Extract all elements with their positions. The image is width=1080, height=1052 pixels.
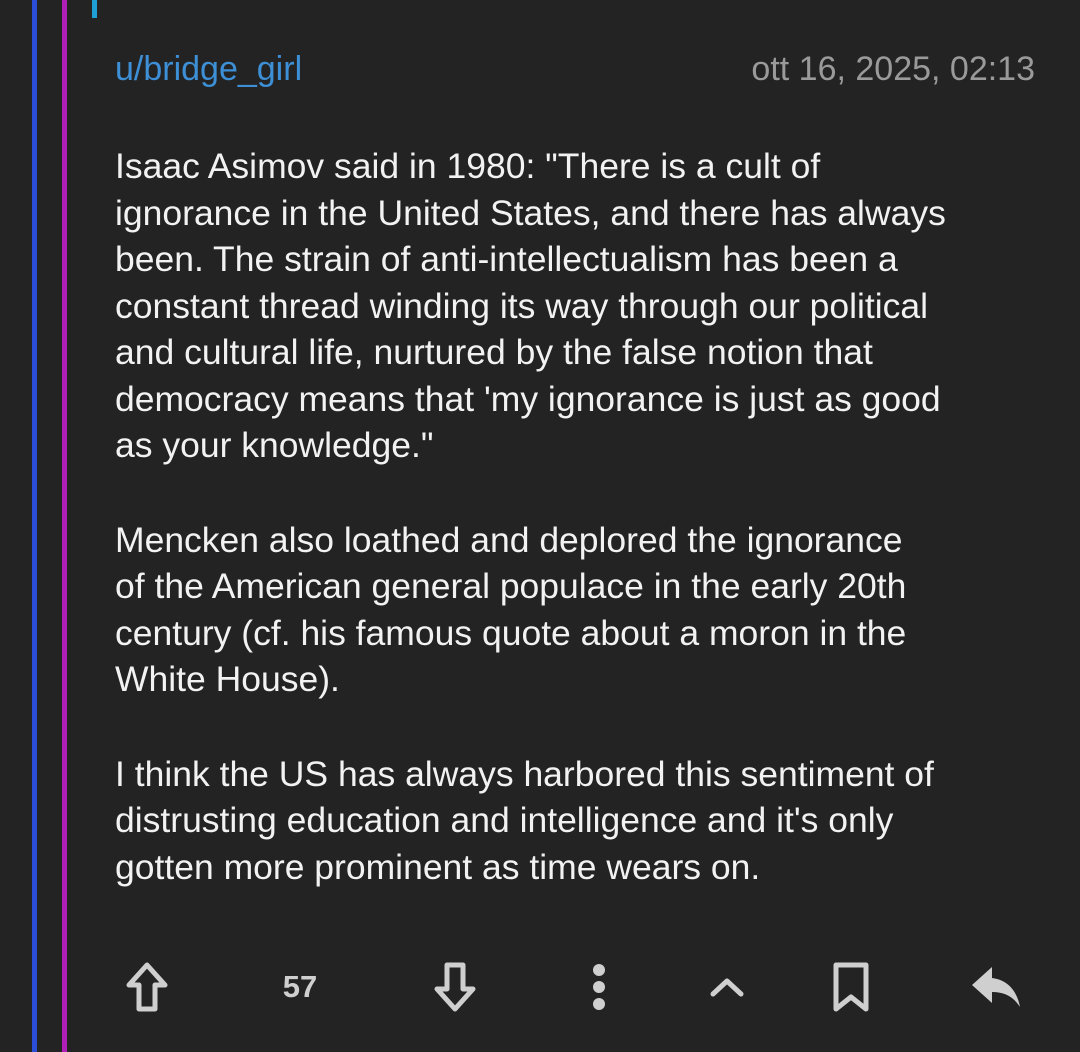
save-button[interactable] <box>829 955 873 1019</box>
chevron-up-icon <box>710 978 744 997</box>
thread-indent-line-3[interactable] <box>92 0 97 18</box>
thread-indent-line-2[interactable] <box>62 0 67 1052</box>
bookmark-icon <box>833 962 869 1012</box>
thread-indent-line-1[interactable] <box>32 0 37 1052</box>
comment-header: u/bridge_girl ott 16, 2025, 02:13 <box>115 50 1040 94</box>
comment-timestamp: ott 16, 2025, 02:13 <box>751 50 1035 88</box>
comment-paragraph-2: Mencken also loathed and deplored the ig… <box>115 519 907 700</box>
more-vertical-icon <box>593 964 605 1010</box>
comment-paragraph-3: I think the US has always harbored this … <box>115 753 934 887</box>
comment-body: Isaac Asimov said in 1980: "There is a c… <box>115 143 1040 938</box>
downvote-icon <box>434 962 476 1012</box>
downvote-button[interactable] <box>431 955 479 1019</box>
vote-score: 57 <box>275 955 325 1019</box>
comment-paragraph-1: Isaac Asimov said in 1980: "There is a c… <box>115 146 946 465</box>
username-link[interactable]: u/bridge_girl <box>115 50 302 89</box>
more-options-button[interactable] <box>581 955 617 1019</box>
upvote-button[interactable] <box>123 955 171 1019</box>
collapse-button[interactable] <box>705 955 749 1019</box>
score-label: 57 <box>282 969 318 1004</box>
upvote-icon <box>126 962 168 1012</box>
reply-button[interactable] <box>968 955 1024 1019</box>
reply-icon <box>972 967 1020 1007</box>
comment-action-bar: 57 <box>115 955 1040 1019</box>
